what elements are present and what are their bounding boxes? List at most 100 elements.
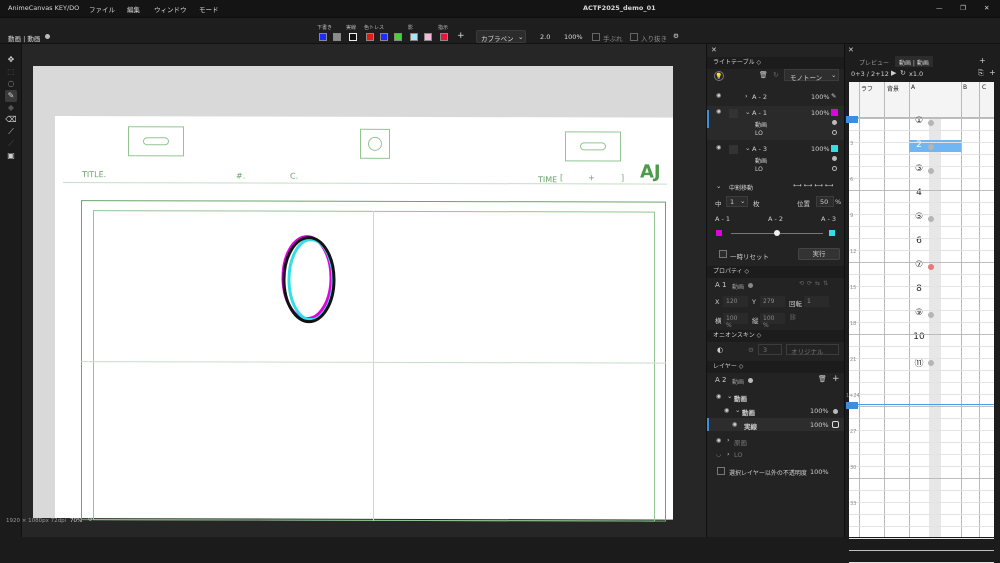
color-swatch[interactable]: [333, 33, 341, 41]
chevron-down-icon[interactable]: ⌄: [745, 108, 750, 116]
brush-size[interactable]: 2.0: [540, 33, 550, 41]
taper-checkbox[interactable]: [630, 33, 638, 41]
chevron-right-icon[interactable]: ›: [745, 92, 748, 100]
reset-view-icon[interactable]: ↺: [88, 517, 93, 523]
lasso-tool-icon[interactable]: ◌: [5, 78, 17, 90]
trash-icon[interactable]: 🗑: [818, 375, 827, 383]
animation-paper[interactable]: TITLE. #. C. TIME [ + ] AJ: [55, 116, 673, 522]
stabilizer-checkbox[interactable]: [592, 33, 600, 41]
line-tool-icon[interactable]: ⟋: [5, 126, 17, 138]
eye-icon[interactable]: ◉: [716, 92, 721, 99]
column-c[interactable]: C: [982, 84, 986, 91]
inbetween-slider-knob[interactable]: [774, 230, 780, 236]
color-swatch[interactable]: [440, 33, 448, 41]
eye-icon[interactable]: ◉: [716, 108, 721, 115]
chevron-down-icon[interactable]: ⌄: [735, 406, 740, 414]
add-layer-button[interactable]: +: [832, 374, 840, 384]
eyedropper-tool-icon[interactable]: ⟋: [5, 138, 17, 150]
width-input[interactable]: 100 %: [723, 313, 748, 329]
onion-count-select[interactable]: 3: [758, 344, 782, 355]
layer-row-lo[interactable]: ◡ › LO: [707, 448, 845, 461]
color-swatch[interactable]: [410, 33, 418, 41]
opacity-footer-value[interactable]: 100%: [810, 468, 829, 476]
lighttable-mode-select[interactable]: モノトーン ⌄: [784, 69, 839, 82]
trash-icon[interactable]: 🗑: [759, 71, 768, 79]
color-swatch[interactable]: [380, 33, 388, 41]
eye-icon[interactable]: ◉: [716, 437, 721, 444]
column-a[interactable]: A: [911, 84, 915, 91]
add-swatch-button[interactable]: +: [457, 31, 465, 41]
reset-checkbox[interactable]: [719, 250, 727, 258]
transform-icons[interactable]: ⟲⟳⇆⇅: [799, 280, 831, 287]
align-icons[interactable]: ⟷⟷⟷⟷: [793, 182, 835, 189]
color-swatch[interactable]: [319, 33, 327, 41]
eraser-tool-icon[interactable]: ⌫: [5, 114, 17, 126]
playhead-marker[interactable]: [846, 116, 858, 123]
column-b[interactable]: B: [963, 84, 967, 91]
layer-row-folder[interactable]: ◉ ⌄ 動画: [707, 390, 845, 403]
timesheet-grid[interactable]: ラフ 背景 A B C ① 2 ③ 4 ⑤ 6 ⑦ 8 ⑨ 10 ⑪: [849, 82, 994, 563]
chevron-right-icon[interactable]: ›: [727, 436, 730, 444]
chevron-down-icon[interactable]: ⌄: [727, 392, 732, 400]
gear-icon[interactable]: ⚙: [673, 32, 679, 40]
tab-preview[interactable]: プレビュー: [859, 58, 889, 67]
height-input[interactable]: 100 %: [760, 313, 785, 329]
color-swatch[interactable]: [424, 33, 432, 41]
eye-closed-icon[interactable]: ◡: [716, 451, 721, 458]
chevron-down-icon[interactable]: ⌄: [745, 144, 750, 152]
link-icon[interactable]: ⛓: [789, 314, 797, 321]
layer-row-douga[interactable]: ◉ ⌄ 動画 100%: [707, 404, 845, 417]
y-input[interactable]: 279: [760, 296, 785, 307]
eye-icon[interactable]: ◉: [716, 144, 721, 151]
column-rough[interactable]: ラフ: [861, 84, 873, 93]
export-icon[interactable]: ⎘: [978, 69, 984, 78]
lighttable-item-a1[interactable]: ◉ ⌄ A - 1 100% 動画 LO: [707, 106, 845, 140]
menu-mode[interactable]: モード: [199, 4, 219, 14]
pen-tool-icon[interactable]: ✎: [5, 90, 17, 102]
layer-color-icon[interactable]: [832, 421, 839, 428]
onion-icon[interactable]: ◐: [717, 346, 723, 354]
lighttable-color-cyan[interactable]: [831, 145, 838, 152]
lighttable-color-magenta[interactable]: [831, 109, 838, 116]
layer-row-jissen[interactable]: ◉ 実線 100%: [707, 418, 845, 431]
opacity-checkbox[interactable]: [717, 467, 725, 475]
onion-mode-select[interactable]: オリジナル: [786, 344, 839, 356]
add-tab-button[interactable]: +: [979, 56, 986, 65]
zoom-level[interactable]: 70%: [70, 518, 82, 524]
move-tool-icon[interactable]: ✥: [5, 54, 17, 66]
rotation-input[interactable]: 1: [804, 296, 829, 307]
x-input[interactable]: 120: [723, 296, 748, 307]
select-tool-icon[interactable]: ⬚: [5, 66, 17, 78]
playhead-marker-end[interactable]: [846, 402, 858, 409]
refresh-icon[interactable]: ↻: [773, 71, 779, 79]
execute-button[interactable]: 実行: [798, 248, 840, 260]
play-icon[interactable]: ▶: [891, 69, 896, 77]
pen-select[interactable]: カブラペン ⌄: [476, 30, 526, 43]
onion-settings-icon[interactable]: ⚙: [748, 346, 754, 354]
close-icon[interactable]: ✕: [984, 4, 989, 12]
lightbulb-icon[interactable]: 💡: [714, 71, 724, 81]
lighttable-item-a3[interactable]: ◉ ⌄ A - 3 100% 動画 LO: [707, 142, 845, 176]
brush-opacity[interactable]: 100%: [564, 33, 583, 41]
tab-douga[interactable]: 動画 | 動画: [895, 56, 933, 67]
pencil-icon[interactable]: ✎: [831, 92, 836, 100]
chevron-right-icon[interactable]: ›: [727, 450, 730, 458]
restore-icon[interactable]: ❐: [960, 4, 966, 12]
image-tool-icon[interactable]: ▣: [5, 150, 17, 162]
column-background[interactable]: 背景: [887, 84, 899, 93]
inbetween-header[interactable]: ⌄ 中割移動 ⟷⟷⟷⟷: [707, 181, 845, 193]
menu-window[interactable]: ウィンドウ: [154, 4, 187, 14]
fill-tool-icon[interactable]: ◆: [5, 102, 17, 114]
color-swatch[interactable]: [394, 33, 402, 41]
close-panel-icon[interactable]: ✕: [711, 46, 717, 54]
playback-speed[interactable]: x1.0: [909, 70, 923, 78]
lighttable-item-a2[interactable]: ◉ › A - 2 100% ✎: [707, 90, 845, 104]
position-input[interactable]: 50: [816, 196, 834, 207]
eye-icon[interactable]: ◉: [716, 393, 721, 400]
add-column-button[interactable]: +: [989, 68, 996, 77]
eye-icon[interactable]: ◉: [732, 421, 737, 428]
inbetween-count-select[interactable]: 1 ⌄: [726, 196, 748, 207]
layer-row-genga[interactable]: ◉ › 原画: [707, 434, 845, 447]
eye-icon[interactable]: ◉: [724, 407, 729, 414]
loop-icon[interactable]: ↻: [900, 69, 906, 77]
